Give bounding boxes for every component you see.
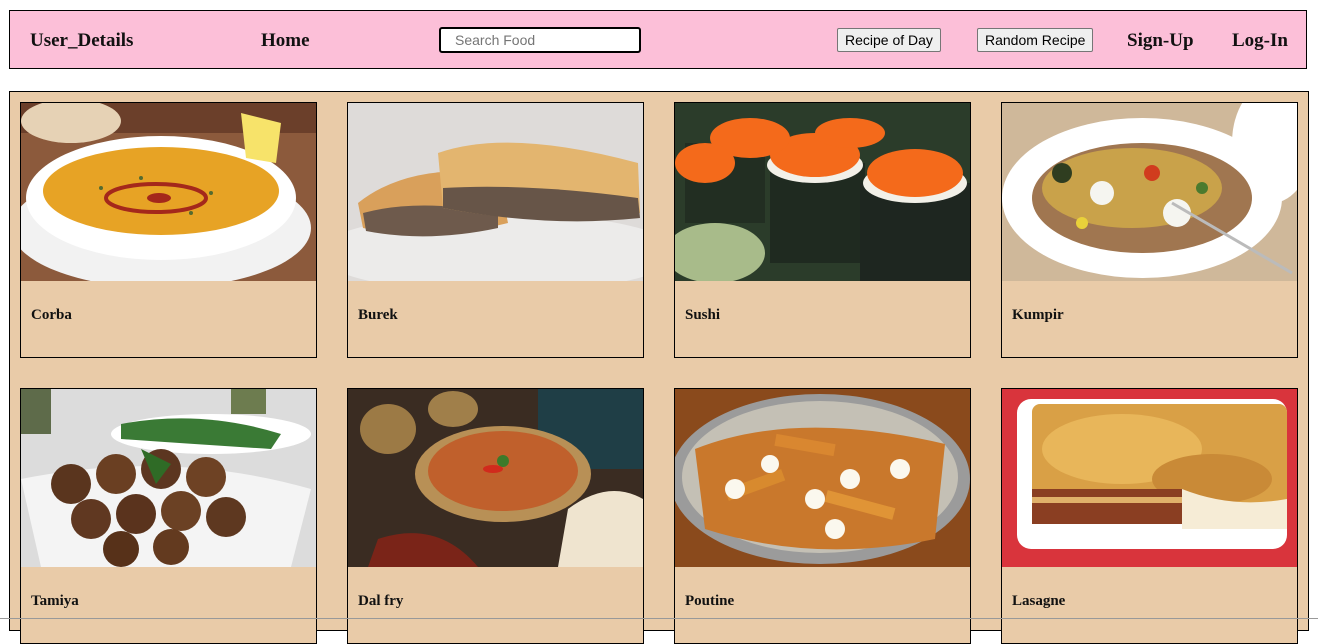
- nav-home-link[interactable]: Home: [261, 31, 310, 51]
- food-title: Kumpir: [1012, 307, 1064, 323]
- food-title: Lasagne: [1012, 593, 1066, 609]
- food-title: Burek: [358, 307, 398, 323]
- nav-user-details-link[interactable]: User_Details: [30, 31, 133, 51]
- food-title: Corba: [31, 307, 72, 323]
- food-card-dal-fry[interactable]: Dal fry: [347, 388, 644, 644]
- nav-sign-up-link[interactable]: Sign-Up: [1127, 31, 1194, 51]
- corba-image: [21, 103, 316, 281]
- food-card-poutine[interactable]: Poutine: [674, 388, 971, 644]
- search-input[interactable]: [439, 27, 641, 53]
- food-title: Poutine: [685, 593, 735, 609]
- food-title: Dal fry: [358, 593, 404, 609]
- food-card-lasagne[interactable]: Lasagne: [1001, 388, 1298, 644]
- sushi-image: [675, 103, 970, 281]
- lasagne-image: [1002, 389, 1297, 567]
- random-recipe-button[interactable]: Random Recipe: [977, 28, 1094, 52]
- bottom-divider: [0, 618, 1318, 619]
- dal-fry-image: [348, 389, 643, 567]
- nav-log-in-link[interactable]: Log-In: [1232, 31, 1288, 51]
- food-card-burek[interactable]: Burek: [347, 102, 644, 358]
- burek-image: [348, 103, 643, 281]
- food-grid: Corba Burek Sushi Kumpir Tamiya Dal fry …: [9, 91, 1309, 644]
- poutine-image: [675, 389, 970, 567]
- food-title: Tamiya: [31, 593, 79, 609]
- food-card-corba[interactable]: Corba: [20, 102, 317, 358]
- tamiya-image: [21, 389, 316, 567]
- food-card-tamiya[interactable]: Tamiya: [20, 388, 317, 644]
- kumpir-image: [1002, 103, 1297, 281]
- food-card-kumpir[interactable]: Kumpir: [1001, 102, 1298, 358]
- recipe-of-day-button[interactable]: Recipe of Day: [837, 28, 941, 52]
- navbar: User_Details Home Recipe of Day Random R…: [9, 10, 1307, 69]
- food-card-sushi[interactable]: Sushi: [674, 102, 971, 358]
- food-title: Sushi: [685, 307, 721, 323]
